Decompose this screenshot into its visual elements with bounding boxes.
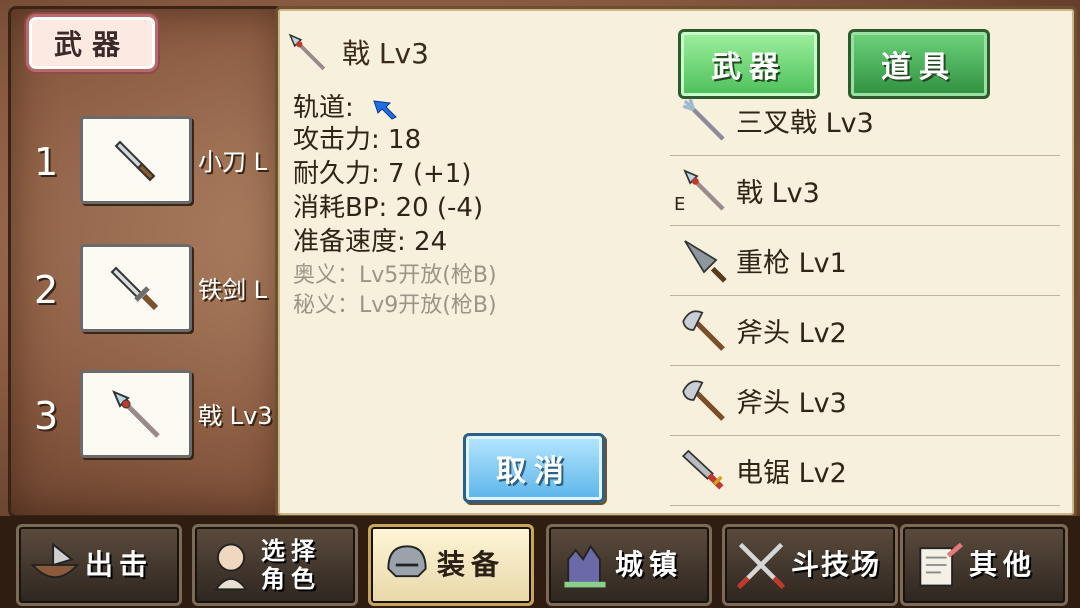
- halberd-icon: [112, 390, 160, 438]
- nav-select-character-label: 选择 角色: [261, 537, 321, 593]
- bottom-nav: 出击 选择 角色 装备 城镇 斗技场 其他: [0, 516, 1080, 608]
- nav-other-button[interactable]: 其他: [900, 524, 1068, 606]
- list-item-name: 斧头 Lv2: [736, 317, 847, 349]
- nav-town-label: 城镇: [615, 548, 684, 581]
- weapon-title-row: 戟 Lv3: [284, 29, 429, 75]
- speed-stat: 准备速度: 24: [293, 227, 448, 257]
- list-item[interactable]: 斧头 Lv2: [670, 295, 1060, 366]
- list-item[interactable]: 电锯 Lv2: [670, 435, 1060, 506]
- nav-select-character-button[interactable]: 选择 角色: [192, 524, 358, 606]
- nav-select-character-line2: 角色: [261, 565, 321, 593]
- equipped-mark: E: [674, 194, 686, 215]
- character-icon: [214, 543, 248, 591]
- crossed-swords-icon: [736, 542, 786, 590]
- nav-sortie-label: 出击: [85, 548, 154, 581]
- halberd-icon: [683, 169, 725, 211]
- nav-other-label: 其他: [969, 548, 1038, 581]
- nav-equip-label: 装备: [437, 548, 506, 581]
- durability-stat: 耐久力: 7 (+1): [293, 159, 472, 189]
- list-item[interactable]: 三叉戟 Lv3: [670, 93, 1060, 156]
- scroll-icon: [919, 542, 963, 587]
- list-item[interactable]: 斧头 Lv3: [670, 365, 1060, 436]
- nav-sortie-button[interactable]: 出击: [16, 524, 182, 606]
- orbit-arrow-icon: [373, 99, 397, 120]
- sword-icon: [110, 266, 159, 311]
- list-item-name: 戟 Lv3: [736, 177, 820, 209]
- higi-stat: 秘义：Lv9开放(枪B): [293, 293, 497, 318]
- section-title: 武器: [26, 14, 158, 72]
- list-item-name: 三叉戟 Lv3: [736, 107, 874, 139]
- weapon-list: 三叉戟 Lv3 E 戟 Lv3 重枪 Lv1 斧头 Lv2 斧头 Lv3 电锯 …: [670, 93, 1060, 513]
- weapon-title: 戟 Lv3: [342, 37, 429, 70]
- slot-1-label: 小刀 L: [198, 148, 267, 176]
- halberd-icon: [288, 33, 326, 71]
- ougi-stat: 奥义：Lv5开放(枪B): [293, 263, 497, 288]
- nav-arena-label: 斗技场: [791, 548, 882, 581]
- castle-icon: [564, 544, 606, 588]
- nav-select-character-line1: 选择: [261, 537, 321, 565]
- weapon-detail-dialog: 戟 Lv3 轨道: 攻击力: 18 耐久力: 7 (+1) 消耗BP: 20 (…: [275, 6, 1077, 518]
- slot-3-button[interactable]: [80, 370, 192, 458]
- bp-stat: 消耗BP: 20 (-4): [293, 193, 484, 223]
- heavy-lance-icon: [684, 240, 727, 283]
- slot-number-1: 1: [34, 140, 59, 184]
- axe-icon: [682, 310, 725, 351]
- slot-3-label: 戟 Lv3: [198, 402, 273, 430]
- chainsaw-icon: [681, 449, 724, 490]
- list-item[interactable]: 重枪 Lv1: [670, 225, 1060, 296]
- list-item[interactable]: E 戟 Lv3: [670, 155, 1060, 226]
- slot-number-3: 3: [34, 394, 59, 438]
- cancel-button[interactable]: 取消: [463, 433, 605, 503]
- helmet-icon: [387, 545, 427, 578]
- tab-weapon[interactable]: 武器: [678, 29, 820, 99]
- attack-stat: 攻击力: 18: [293, 125, 422, 155]
- slot-2-button[interactable]: [80, 244, 192, 332]
- trident-icon: [682, 98, 725, 141]
- nav-arena-button[interactable]: 斗技场: [722, 524, 898, 606]
- nav-equip-button[interactable]: 装备: [368, 524, 534, 606]
- axe-icon: [682, 380, 725, 421]
- slot-number-2: 2: [34, 268, 59, 312]
- list-item-name: 重枪 Lv1: [736, 247, 847, 279]
- list-item-name: 电锯 Lv2: [736, 457, 847, 489]
- list-item-name: 斧头 Lv3: [736, 387, 847, 419]
- nav-town-button[interactable]: 城镇: [546, 524, 712, 606]
- tab-item[interactable]: 道具: [848, 29, 990, 99]
- knife-icon: [114, 140, 156, 182]
- slot-1-button[interactable]: [80, 116, 192, 204]
- ship-icon: [30, 542, 80, 579]
- slot-2-label: 铁剑 L: [198, 276, 267, 304]
